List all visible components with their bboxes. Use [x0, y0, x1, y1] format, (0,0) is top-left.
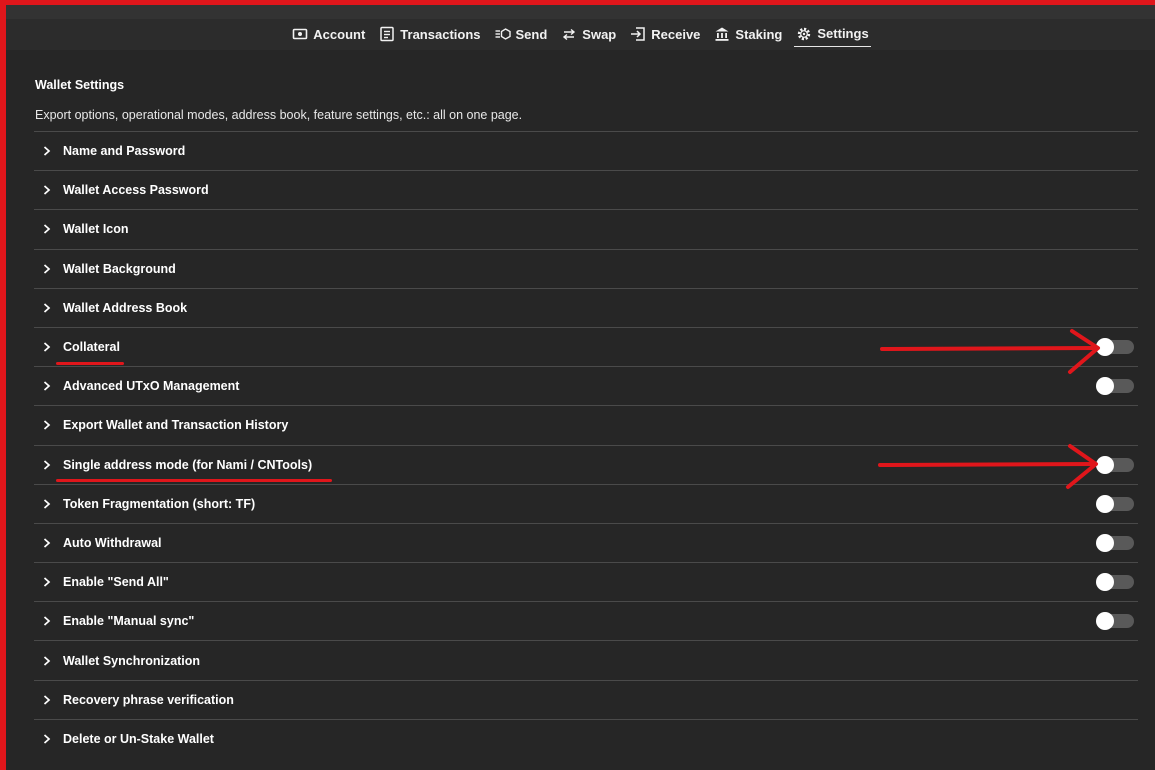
tab-settings[interactable]: Settings — [794, 23, 871, 47]
tab-label: Settings — [817, 26, 869, 41]
settings-row[interactable]: Delete or Un-Stake Wallet — [34, 718, 1138, 758]
gear-icon — [798, 27, 811, 40]
tab-label: Receive — [651, 26, 701, 42]
toggle-switch[interactable] — [1096, 494, 1134, 513]
settings-page: Wallet Settings Export options, operatio… — [6, 50, 1155, 770]
page-description: Export options, operational modes, addre… — [35, 108, 523, 122]
chevron-right-icon — [43, 695, 63, 705]
tab-label: Transactions — [400, 26, 481, 42]
top-navigation: Account Transactions Send Swap Receive S… — [6, 5, 1155, 51]
toggle-knob — [1096, 494, 1114, 513]
settings-row[interactable]: Name and Password — [34, 131, 1138, 170]
settings-row-label: Wallet Background — [63, 261, 176, 276]
settings-row[interactable]: Auto Withdrawal — [34, 522, 1138, 562]
toggle-switch[interactable] — [1096, 337, 1134, 356]
chevron-right-icon — [43, 459, 63, 470]
chevron-right-icon — [43, 420, 63, 431]
receive-icon — [631, 27, 646, 41]
chevron-right-icon — [43, 734, 63, 744]
tab-send[interactable]: Send — [493, 23, 550, 46]
settings-row[interactable]: Export Wallet and Transaction History — [34, 405, 1138, 444]
toggle-switch[interactable] — [1096, 455, 1134, 474]
tab-account[interactable]: Account — [290, 23, 367, 46]
tab-swap[interactable]: Swap — [559, 23, 618, 46]
page-title: Wallet Settings — [35, 78, 125, 92]
chevron-right-icon — [43, 185, 63, 195]
tab-label: Staking — [735, 26, 783, 42]
tab-bar: Account Transactions Send Swap Receive S… — [290, 23, 871, 47]
settings-row-label: Wallet Access Password — [63, 183, 209, 198]
transactions-icon — [380, 26, 395, 42]
settings-row[interactable]: Wallet Address Book — [34, 287, 1138, 327]
nav-top-strip — [6, 5, 1155, 19]
toggle-knob — [1096, 612, 1114, 631]
annotation-underline-collateral — [56, 362, 124, 365]
chevron-right-icon — [43, 616, 63, 626]
settings-row[interactable]: Wallet Access Password — [34, 170, 1138, 209]
toggle-knob — [1096, 455, 1114, 474]
toggle-knob — [1096, 377, 1114, 396]
toggle-switch[interactable] — [1096, 573, 1134, 592]
annotation-underline-single-address — [56, 479, 332, 482]
settings-row[interactable]: Recovery phrase verification — [34, 679, 1138, 719]
settings-row[interactable]: Wallet Synchronization — [34, 640, 1138, 679]
settings-row[interactable]: Enable "Send All" — [34, 562, 1138, 601]
settings-row[interactable]: Advanced UTxO Management — [34, 366, 1138, 405]
settings-row-label: Enable "Manual sync" — [63, 614, 195, 629]
tab-label: Send — [515, 26, 548, 42]
settings-row-label: Wallet Address Book — [63, 300, 188, 315]
settings-row-label: Name and Password — [63, 144, 186, 159]
settings-row[interactable]: Wallet Background — [34, 248, 1138, 288]
chevron-right-icon — [43, 303, 63, 313]
tab-transactions[interactable]: Transactions — [377, 23, 482, 46]
tab-label: Swap — [582, 26, 617, 42]
settings-row[interactable]: Collateral — [34, 326, 1138, 366]
toggle-knob — [1096, 573, 1114, 592]
settings-row-label: Single address mode (for Nami / CNTools) — [63, 457, 313, 472]
staking-icon — [715, 27, 729, 41]
settings-row[interactable]: Enable "Manual sync" — [34, 601, 1138, 640]
toggle-knob — [1096, 337, 1114, 356]
settings-row[interactable]: Single address mode (for Nami / CNTools) — [34, 444, 1138, 484]
toggle-switch[interactable] — [1096, 377, 1134, 396]
settings-row[interactable]: Wallet Icon — [34, 209, 1138, 248]
tab-label: Account — [313, 26, 366, 42]
chevron-right-icon — [43, 264, 63, 274]
chevron-right-icon — [43, 499, 63, 509]
chevron-right-icon — [43, 146, 63, 156]
chevron-right-icon — [43, 224, 63, 235]
settings-row-label: Export Wallet and Transaction History — [63, 418, 289, 433]
settings-row-label: Auto Withdrawal — [63, 535, 162, 550]
settings-row-label: Token Fragmentation (short: TF) — [63, 496, 256, 511]
chevron-right-icon — [43, 577, 63, 587]
settings-row-label: Delete or Un-Stake Wallet — [63, 731, 214, 746]
settings-row-label: Wallet Synchronization — [63, 653, 201, 668]
settings-row-label: Advanced UTxO Management — [63, 379, 240, 394]
settings-row-label: Collateral — [63, 340, 120, 355]
chevron-right-icon — [43, 655, 63, 666]
send-icon — [495, 28, 511, 40]
toggle-switch[interactable] — [1096, 612, 1134, 631]
settings-row-label: Recovery phrase verification — [63, 692, 234, 707]
settings-row[interactable]: Token Fragmentation (short: TF) — [34, 483, 1138, 523]
swap-icon — [563, 28, 576, 41]
settings-row-label: Wallet Icon — [63, 222, 129, 237]
chevron-right-icon — [43, 342, 63, 352]
tab-staking[interactable]: Staking — [712, 23, 784, 46]
account-icon — [292, 28, 308, 40]
tab-receive[interactable]: Receive — [628, 23, 702, 46]
chevron-right-icon — [43, 538, 63, 548]
toggle-switch[interactable] — [1096, 533, 1134, 552]
toggle-knob — [1096, 533, 1114, 552]
settings-list: Name and Password Wallet Access Password W… — [34, 131, 1138, 758]
settings-row-label: Enable "Send All" — [63, 575, 169, 590]
chevron-right-icon — [43, 381, 63, 391]
